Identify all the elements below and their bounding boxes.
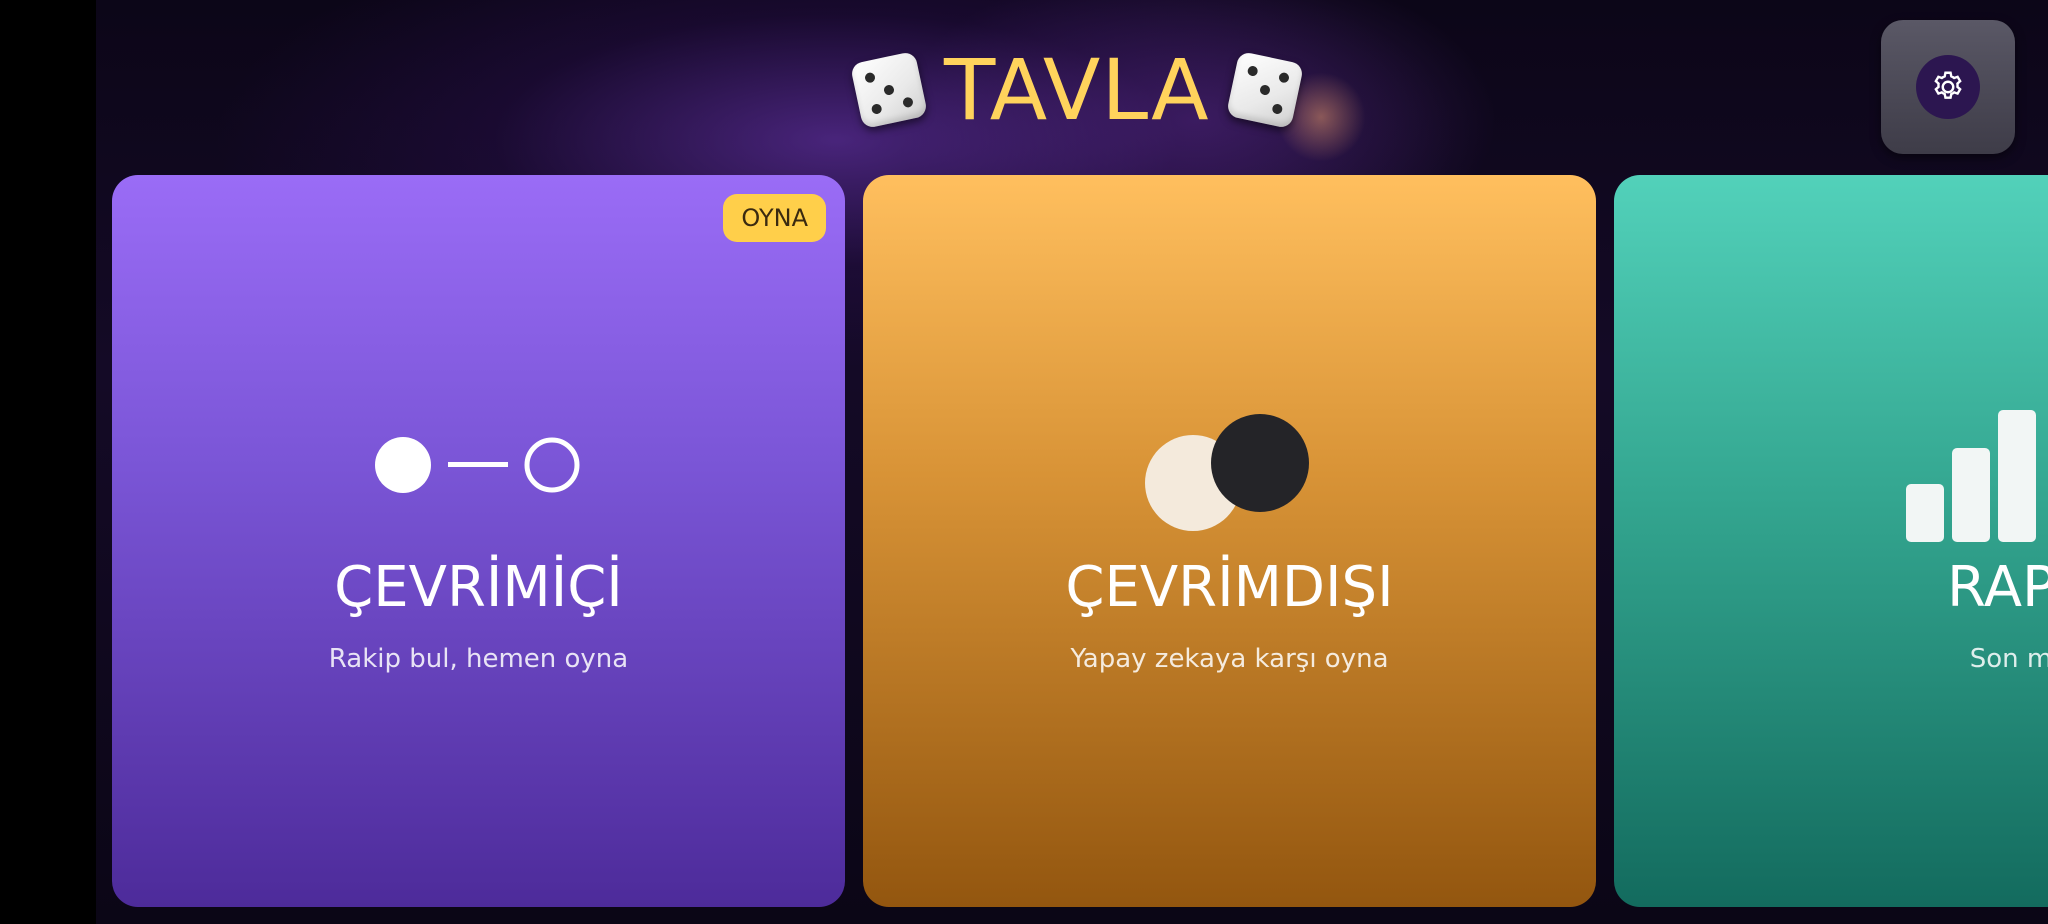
connection-icon (375, 437, 580, 493)
app-header: TAVLA (849, 40, 1304, 140)
dice-icon (849, 50, 929, 130)
play-badge: OYNA (723, 194, 826, 242)
gear-icon (1934, 71, 1962, 99)
card-title: RAPORL (1947, 555, 2048, 620)
offline-mode-card[interactable]: ÇEVRİMDIŞI Yapay zekaya karşı oyna (863, 175, 1596, 907)
app-title: TAVLA (944, 41, 1210, 139)
dice-icon (1225, 50, 1304, 130)
left-edge-bar (0, 0, 96, 924)
reports-card[interactable]: RAPORL Son maçlarını (1614, 175, 2048, 907)
main-menu-screen: TAVLA OYNA ÇEVRİMİÇİ Rakip bul, hemen oy… (96, 0, 2048, 924)
card-subtitle: Yapay zekaya karşı oyna (1070, 644, 1389, 674)
settings-button[interactable] (1881, 20, 2015, 154)
card-title: ÇEVRİMİÇİ (334, 555, 623, 620)
checkers-pieces-icon (1145, 414, 1309, 531)
card-subtitle: Son maçlarını (1969, 644, 2048, 674)
settings-icon-container (1916, 55, 1980, 119)
card-title: ÇEVRİMDIŞI (1065, 555, 1394, 620)
card-subtitle: Rakip bul, hemen oyna (328, 644, 629, 674)
bar-chart-icon (1906, 410, 2036, 542)
online-mode-card[interactable]: OYNA ÇEVRİMİÇİ Rakip bul, hemen oyna (112, 175, 845, 907)
